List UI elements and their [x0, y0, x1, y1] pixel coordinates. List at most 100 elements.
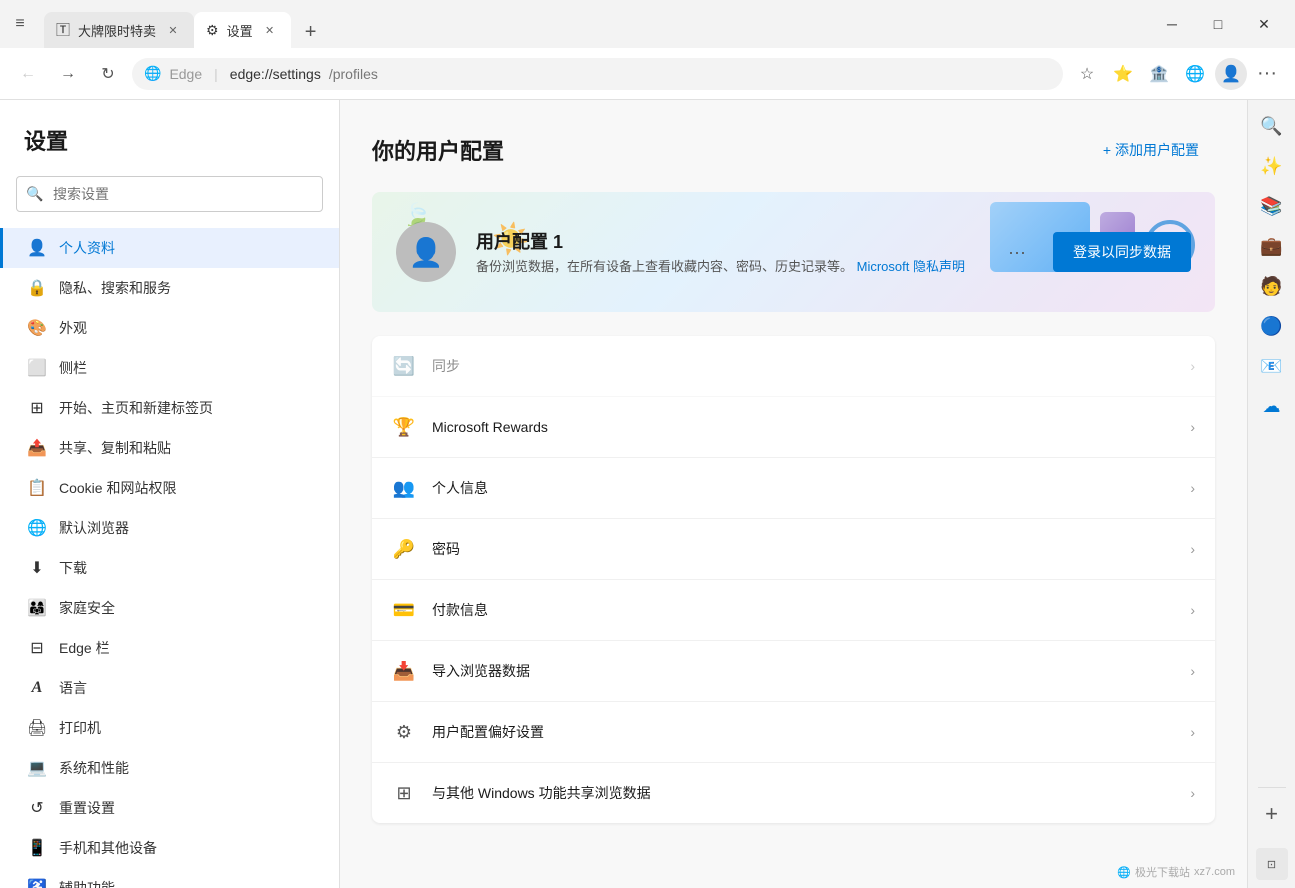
nav-item-defaultbrowser[interactable]: 🌐 默认浏览器 [0, 508, 339, 548]
settings-item-preferences[interactable]: ⚙ 用户配置偏好设置 › [372, 702, 1215, 763]
settings-title: 设置 [0, 124, 339, 176]
nav-item-download[interactable]: ⬇ 下载 [0, 548, 339, 588]
nav-item-newtab[interactable]: ⊞ 开始、主页和新建标签页 [0, 388, 339, 428]
back-button[interactable]: ← [12, 58, 44, 90]
nav-item-system[interactable]: 💻 系统和性能 [0, 748, 339, 788]
settings-item-passwords-label: 密码 [432, 539, 1174, 559]
import-icon: 📥 [392, 659, 416, 683]
nav-label-printer: 打印机 [59, 718, 101, 738]
profile-banner: 🍃 ☀️ 👤 用户配置 1 备份浏览数据，在所有设备上查看收藏内容、密码、历史记… [372, 192, 1215, 312]
settings-item-payment[interactable]: 💳 付款信息 › [372, 580, 1215, 641]
nav-label-accessibility: 辅助功能 [59, 878, 115, 888]
maximize-button[interactable]: □ [1195, 8, 1241, 40]
settings-item-import-label: 导入浏览器数据 [432, 661, 1174, 681]
nav-label-sidebar: 侧栏 [59, 358, 87, 378]
rs-wallet-button[interactable]: 💼 [1254, 228, 1290, 264]
url-separator: | [214, 66, 218, 82]
tab-label-dapai: 大牌限时特卖 [78, 21, 156, 40]
search-icon: 🔍 [26, 186, 43, 203]
nav-item-share[interactable]: 📤 共享、复制和粘贴 [0, 428, 339, 468]
nav-icon-share: 📤 [27, 438, 47, 458]
sync-chevron-icon: › [1190, 358, 1195, 374]
settings-item-windows-share[interactable]: ⊞ 与其他 Windows 功能共享浏览数据 › [372, 763, 1215, 823]
privacy-link[interactable]: Microsoft 隐私声明 [857, 259, 965, 274]
wallet-button[interactable]: 🏦 [1143, 58, 1175, 90]
nav-label-newtab: 开始、主页和新建标签页 [59, 398, 213, 418]
nav-label-defaultbrowser: 默认浏览器 [59, 518, 129, 538]
nav-label-system: 系统和性能 [59, 758, 129, 778]
profile-more-button[interactable]: ··· [1001, 236, 1033, 268]
refresh-button[interactable]: ↻ [92, 58, 124, 90]
nav-icon-newtab: ⊞ [27, 398, 47, 418]
more-options-button[interactable]: ··· [1251, 58, 1283, 90]
nav-item-accessibility[interactable]: ♿ 辅助功能 [0, 868, 339, 888]
main-layout: 设置 🔍 👤 个人资料 🔒 隐私、搜索和服务 🎨 外观 ⬜ 侧栏 [0, 100, 1295, 888]
settings-item-preferences-label: 用户配置偏好设置 [432, 722, 1174, 742]
nav-item-appearance[interactable]: 🎨 外观 [0, 308, 339, 348]
minimize-button[interactable]: ─ [1149, 8, 1195, 40]
settings-item-passwords[interactable]: 🔑 密码 › [372, 519, 1215, 580]
settings-item-personal-info[interactable]: 👥 个人信息 › [372, 458, 1215, 519]
nav-item-sidebar[interactable]: ⬜ 侧栏 [0, 348, 339, 388]
tab-settings[interactable]: ⚙ 设置 ✕ [194, 12, 291, 48]
rs-outlook-button[interactable]: 📧 [1254, 348, 1290, 384]
nav-label-edgebar: Edge 栏 [59, 638, 110, 658]
nav-icon-mobile: 📱 [27, 838, 47, 858]
settings-sidebar: 设置 🔍 👤 个人资料 🔒 隐私、搜索和服务 🎨 外观 ⬜ 侧栏 [0, 100, 340, 888]
rs-persona-button[interactable]: 🧑 [1254, 268, 1290, 304]
url-bar[interactable]: 🌐 Edge | edge://settings /profiles [132, 58, 1063, 90]
nav-icon-edgebar: ⊟ [27, 638, 47, 658]
account-button[interactable]: 🌐 [1179, 58, 1211, 90]
rs-screencapture-button[interactable]: ⊡ [1256, 848, 1288, 880]
nav-label-reset: 重置设置 [59, 798, 115, 818]
settings-item-personal-info-label: 个人信息 [432, 478, 1174, 498]
nav-label-cookies: Cookie 和网站权限 [59, 478, 176, 498]
nav-item-family[interactable]: 👨‍👩‍👧 家庭安全 [0, 588, 339, 628]
tab-close-settings[interactable]: ✕ [261, 21, 279, 39]
nav-icon-download: ⬇ [27, 558, 47, 578]
search-input[interactable] [16, 176, 323, 212]
nav-icon-appearance: 🎨 [27, 318, 47, 338]
close-button[interactable]: ✕ [1241, 8, 1287, 40]
settings-list: 🔄 同步 › 🏆 Microsoft Rewards › 👥 个人信息 › 🔑 … [372, 336, 1215, 823]
rs-onedrive-button[interactable]: ☁ [1254, 388, 1290, 424]
preferences-icon: ⚙ [392, 720, 416, 744]
payment-icon: 💳 [392, 598, 416, 622]
nav-item-profile[interactable]: 👤 个人资料 [0, 228, 339, 268]
addressbar: ← → ↻ 🌐 Edge | edge://settings /profiles… [0, 48, 1295, 100]
preferences-chevron-icon: › [1190, 724, 1195, 740]
settings-item-import[interactable]: 📥 导入浏览器数据 › [372, 641, 1215, 702]
settings-item-payment-label: 付款信息 [432, 600, 1174, 620]
tab-close-dapai[interactable]: ✕ [164, 21, 182, 39]
nav-icon-language: A [27, 679, 47, 697]
nav-item-mobile[interactable]: 📱 手机和其他设备 [0, 828, 339, 868]
add-profile-button[interactable]: + 添加用户配置 [1087, 132, 1215, 168]
settings-item-rewards[interactable]: 🏆 Microsoft Rewards › [372, 397, 1215, 458]
nav-item-language[interactable]: A 语言 [0, 668, 339, 708]
rs-search-button[interactable]: 🔍 [1254, 108, 1290, 144]
nav-icon-privacy: 🔒 [27, 278, 47, 298]
signin-button[interactable]: 登录以同步数据 [1053, 232, 1191, 272]
profile-avatar-button[interactable]: 👤 [1215, 58, 1247, 90]
rs-bing-button[interactable]: 🔵 [1254, 308, 1290, 344]
profile-info: 用户配置 1 备份浏览数据，在所有设备上查看收藏内容、密码、历史记录等。 Mic… [476, 228, 981, 276]
rs-copilot-button[interactable]: ✨ [1254, 148, 1290, 184]
sidebar-toggle-button[interactable]: ≡ [8, 12, 32, 36]
rs-collections-button[interactable]: 📚 [1254, 188, 1290, 224]
new-tab-button[interactable]: + [295, 16, 327, 48]
collections-button[interactable]: ⭐ [1107, 58, 1139, 90]
nav-item-cookies[interactable]: 📋 Cookie 和网站权限 [0, 468, 339, 508]
nav-item-edgebar[interactable]: ⊟ Edge 栏 [0, 628, 339, 668]
favorites-star-button[interactable]: ☆ [1071, 58, 1103, 90]
content-area: 你的用户配置 + 添加用户配置 🍃 ☀️ 👤 用户配置 1 备份浏览数据，在所有… [340, 100, 1247, 888]
nav-item-printer[interactable]: 🖨 打印机 [0, 708, 339, 748]
tab-dapai[interactable]: 🅃 大牌限时特卖 ✕ [44, 12, 194, 48]
nav-item-privacy[interactable]: 🔒 隐私、搜索和服务 [0, 268, 339, 308]
watermark-icon: 🌐 [1117, 866, 1131, 879]
profile-name: 用户配置 1 [476, 228, 981, 254]
rs-add-button[interactable]: + [1254, 796, 1290, 832]
url-domain: edge://settings [230, 66, 321, 82]
forward-button[interactable]: → [52, 58, 84, 90]
nav-item-reset[interactable]: ↺ 重置设置 [0, 788, 339, 828]
nav-icon-printer: 🖨 [27, 718, 47, 738]
